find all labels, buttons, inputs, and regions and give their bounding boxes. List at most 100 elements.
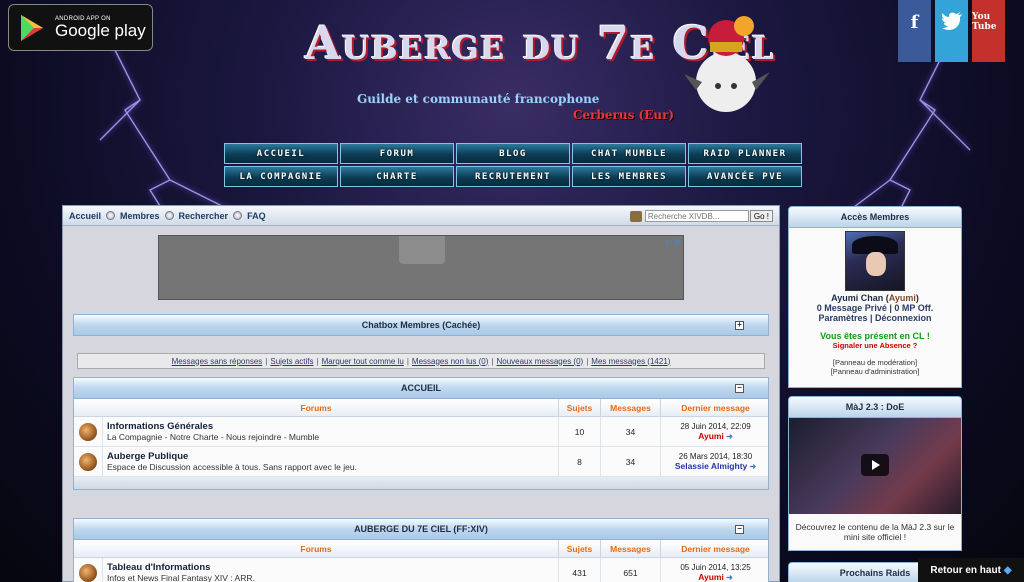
post-count: 651: [600, 558, 660, 582]
last-user[interactable]: Ayumi: [698, 572, 733, 582]
forum-table-auberge: Forums Sujets Messages Dernier message T…: [73, 540, 769, 582]
nav-raid-planner[interactable]: Raid Planner: [688, 143, 802, 164]
table-row[interactable]: Auberge Publique Espace de Discussion ac…: [74, 447, 768, 477]
play-icon[interactable]: [861, 454, 889, 476]
table-header: Forums Sujets Messages Dernier message: [74, 540, 768, 558]
nav-recrutement[interactable]: Recrutement: [456, 166, 570, 187]
private-messages-link[interactable]: 0 Message Privé: [817, 303, 887, 313]
update-description: Découvrez le contenu de la MàJ 2.3 sur l…: [795, 522, 955, 542]
toolbar-membres[interactable]: Membres: [120, 211, 160, 221]
panel-title: MàJ 2.3 : DoE: [789, 397, 961, 418]
logout-link[interactable]: Déconnexion: [875, 313, 932, 323]
avatar[interactable]: [845, 231, 905, 291]
ad-close-icon[interactable]: ▷✕: [667, 237, 681, 248]
table-row[interactable]: Informations Générales La Compagnie - No…: [74, 417, 768, 447]
nav-avancee-pve[interactable]: Avancée PvE: [688, 166, 802, 187]
mp-off-link[interactable]: 0 MP Off.: [894, 303, 933, 313]
main-navigation: Accueil Forum Blog Chat Mumble Raid Plan…: [224, 143, 802, 187]
col-posts: Messages: [600, 399, 660, 416]
moderation-panel-link[interactable]: [Panneau de modération]: [789, 358, 961, 367]
link-my-messages[interactable]: Mes messages (1421): [591, 357, 670, 366]
username[interactable]: Ayumi Chan: [831, 293, 883, 303]
separator-dot-icon: [106, 211, 116, 220]
table-footer: [74, 477, 768, 489]
col-posts: Messages: [600, 540, 660, 557]
nav-chat-mumble[interactable]: Chat Mumble: [572, 143, 686, 164]
col-topics: Sujets: [558, 540, 600, 557]
link-unread[interactable]: Messages non lus (0): [412, 357, 488, 366]
chatbox-title: Chatbox Membres (Cachée): [361, 320, 481, 330]
post-count: 34: [600, 447, 660, 476]
forum-main: Accueil Membres Rechercher FAQ Go ! ▷✕ C…: [62, 205, 780, 582]
forum-name[interactable]: Informations Générales: [107, 421, 213, 432]
section-header-accueil[interactable]: ACCUEIL −: [73, 377, 769, 399]
forum-read-icon: [79, 563, 97, 582]
logo-subtitle: Guilde et communauté francophone: [357, 92, 600, 106]
topic-count: 10: [558, 417, 600, 446]
xivdb-search-input[interactable]: [644, 210, 749, 222]
nav-les-membres[interactable]: Les Membres: [572, 166, 686, 187]
settings-link[interactable]: Paramètres: [818, 313, 867, 323]
link-unanswered[interactable]: Messages sans réponses: [172, 357, 263, 366]
toolbar-rechercher[interactable]: Rechercher: [179, 211, 229, 221]
table-row[interactable]: Tableau d'Informations Infos et News Fin…: [74, 558, 768, 582]
forum-desc: Espace de Discussion accessible à tous. …: [107, 462, 357, 472]
last-user[interactable]: Ayumi: [698, 431, 733, 441]
youtube-icon[interactable]: You Tube: [972, 0, 1005, 62]
nav-charte[interactable]: Charte: [340, 166, 454, 187]
xivdb-search: Go !: [629, 210, 773, 222]
update-panel: MàJ 2.3 : DoE Découvrez le contenu de la…: [788, 396, 962, 551]
table-header: Forums Sujets Messages Dernier message: [74, 399, 768, 417]
section-title: AUBERGE DU 7E CIEL (FF:XIV): [354, 524, 488, 534]
twitter-icon[interactable]: [935, 0, 968, 62]
back-to-top-label: Retour en haut: [930, 564, 1001, 576]
chatbox-header[interactable]: Chatbox Membres (Cachée) +: [73, 314, 769, 336]
forum-toolbar: Accueil Membres Rechercher FAQ Go !: [63, 206, 779, 226]
video-thumbnail[interactable]: [789, 418, 961, 514]
moogle-mascot-icon: [684, 16, 770, 112]
last-date: 26 Mars 2014, 18:30: [678, 452, 753, 461]
section-header-auberge[interactable]: AUBERGE DU 7E CIEL (FF:XIV) −: [73, 518, 769, 540]
admin-panel-link[interactable]: [Panneau d'administration]: [789, 367, 961, 376]
member-access-panel: Accès Membres Ayumi Chan (Ayumi) 0 Messa…: [788, 206, 962, 388]
account-line: Paramètres | Déconnexion: [818, 313, 932, 323]
expand-icon[interactable]: +: [735, 321, 744, 330]
google-play-badge[interactable]: ANDROID APP ON Google play: [8, 4, 153, 51]
report-absence-link[interactable]: Signaler une Absence ?: [789, 341, 961, 350]
col-last: Dernier message: [660, 399, 770, 416]
advertisement[interactable]: ▷✕: [158, 235, 684, 300]
forum-name[interactable]: Auberge Publique: [107, 451, 188, 462]
forum-name[interactable]: Tableau d'Informations: [107, 562, 210, 573]
link-mark-read[interactable]: Marquer tout comme lu: [322, 357, 404, 366]
last-date: 28 Juin 2014, 22:09: [680, 422, 751, 431]
nav-la-compagnie[interactable]: La Compagnie: [224, 166, 338, 187]
nav-blog[interactable]: Blog: [456, 143, 570, 164]
last-user[interactable]: Selassie Almighty: [675, 461, 756, 471]
back-to-top-button[interactable]: Retour en haut ◆: [918, 558, 1024, 582]
nav-forum[interactable]: Forum: [340, 143, 454, 164]
link-new-messages[interactable]: Nouveaux messages (0): [496, 357, 583, 366]
logo-server: Cerberus (Eur): [573, 108, 675, 122]
facebook-icon[interactable]: f: [898, 0, 931, 62]
post-count: 34: [600, 417, 660, 446]
username-alias: Ayumi: [888, 293, 916, 303]
panel-title: Accès Membres: [789, 207, 961, 228]
collapse-icon[interactable]: −: [735, 525, 744, 534]
toolbar-faq[interactable]: FAQ: [247, 211, 266, 221]
nav-accueil[interactable]: Accueil: [224, 143, 338, 164]
forum-read-icon: [79, 422, 97, 441]
collapse-icon[interactable]: −: [735, 384, 744, 393]
search-go-button[interactable]: Go !: [749, 210, 773, 222]
col-topics: Sujets: [558, 399, 600, 416]
quick-links: Messages sans réponses | Sujets actifs | M…: [77, 353, 765, 369]
section-title: ACCUEIL: [401, 383, 441, 393]
col-last: Dernier message: [660, 540, 770, 557]
link-active-topics[interactable]: Sujets actifs: [270, 357, 313, 366]
google-play-icon: [21, 14, 43, 41]
puzzle-icon: [399, 236, 445, 264]
toolbar-accueil[interactable]: Accueil: [69, 211, 101, 221]
username-line: Ayumi Chan (Ayumi): [831, 293, 919, 303]
messages-line: 0 Message Privé | 0 MP Off.: [816, 303, 934, 313]
topic-count: 431: [558, 558, 600, 582]
site-logo[interactable]: Auberge du 7e Ciel Guilde et communauté …: [305, 14, 774, 129]
